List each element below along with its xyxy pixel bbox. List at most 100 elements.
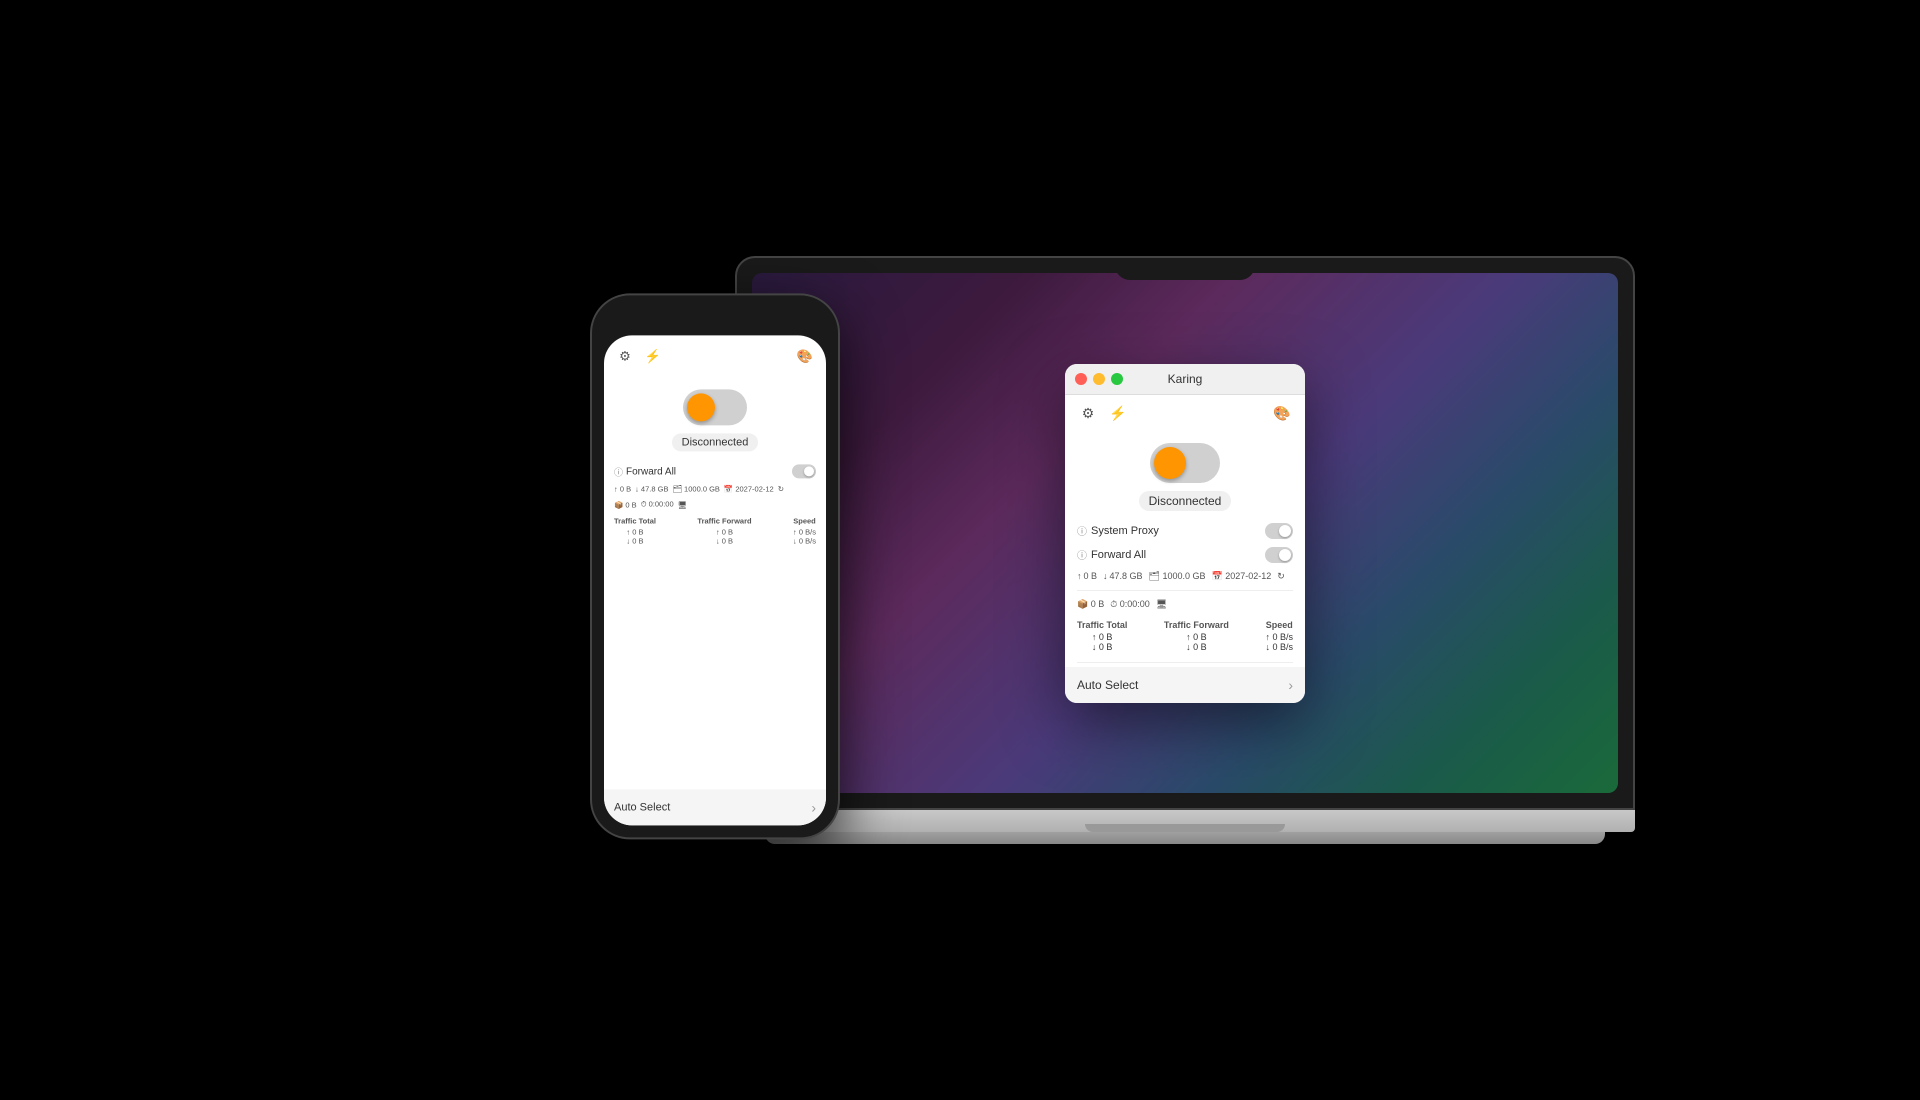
phone-traffic-forward-up: ↑ 0 B [716, 527, 733, 536]
upload-arrow-icon: ↑ [1077, 571, 1082, 581]
phone-traffic-total-up: ↑ 0 B [626, 527, 643, 536]
refresh-button[interactable]: ↻ [1277, 571, 1285, 582]
phone-auto-select-row[interactable]: Auto Select › [604, 789, 826, 825]
system-proxy-left: ⓘ System Proxy [1077, 523, 1159, 538]
phone-refresh-btn[interactable]: ↻ [778, 484, 784, 493]
auto-select-row[interactable]: Auto Select › [1065, 667, 1305, 703]
box-stat: 📦 0 B [1077, 599, 1104, 610]
phone-forward-info-icon: ⓘ [614, 465, 623, 478]
traffic-total-label: Traffic Total [1077, 620, 1127, 630]
phone-speed-up: ↑ 0 B/s [793, 527, 816, 536]
traffic-total-col: Traffic Total ↑ 0 B ↓ 0 B [1077, 620, 1127, 652]
close-button[interactable] [1075, 373, 1087, 385]
phone-toggle-section: Disconnected [614, 373, 816, 461]
minimize-button[interactable] [1093, 373, 1105, 385]
forward-all-left: ⓘ Forward All [1077, 547, 1146, 562]
download-arrow-icon: ↓ [1103, 571, 1108, 581]
laptop-foot [765, 832, 1605, 844]
forward-all-info-icon: ⓘ [1077, 547, 1087, 562]
system-proxy-label: System Proxy [1091, 525, 1159, 537]
phone-palette-button[interactable]: 🎨 [794, 345, 816, 367]
auto-select-label: Auto Select [1077, 678, 1138, 692]
speed-label: Speed [1266, 620, 1293, 630]
upload-stat: ↑ 0 B [1077, 571, 1097, 581]
phone-download-stat: ↓ 47.8 GB [635, 484, 668, 493]
laptop-base [735, 810, 1635, 832]
forward-all-knob [1279, 549, 1291, 561]
phone-chevron-right-icon: › [811, 799, 816, 815]
phone: ⚙ ⚡ 🎨 [590, 293, 840, 839]
phone-traffic-forward-label: Traffic Forward [697, 516, 751, 525]
storage-stat: 🗂 1000.0 GB [1149, 571, 1206, 582]
divider-1 [1077, 590, 1293, 591]
phone-settings-button[interactable]: ⚙ [614, 345, 636, 367]
phone-speed-col: Speed ↑ 0 B/s ↓ 0 B/s [793, 516, 816, 545]
phone-app: ⚙ ⚡ 🎨 [604, 335, 826, 825]
system-proxy-info-icon: ⓘ [1077, 523, 1087, 538]
palette-icon: 🎨 [1273, 405, 1290, 422]
phone-lightning-icon: ⚡ [645, 348, 661, 364]
laptop: Karing ⚙ ⚡ [735, 256, 1635, 844]
settings-button[interactable]: ⚙ [1077, 403, 1099, 425]
phone-forward-all-row: ⓘ Forward All [614, 461, 816, 481]
phone-upload-stat: ↑ 0 B [614, 484, 631, 493]
speed-col: Speed ↑ 0 B/s ↓ 0 B/s [1265, 620, 1293, 652]
phone-stats-bar-2: 📦 0 B ⏱ 0:00:00 🖥 [614, 496, 816, 512]
mac-titlebar: Karing [1065, 364, 1305, 395]
window-title: Karing [1168, 372, 1203, 386]
phone-connection-status: Disconnected [672, 433, 759, 451]
laptop-notch [1115, 258, 1255, 280]
phone-forward-all-left: ⓘ Forward All [614, 465, 676, 478]
traffic-forward-up: ↑ 0 B [1186, 632, 1207, 642]
phone-stats-bar: ↑ 0 B ↓ 47.8 GB 🗂 1000.0 GB 📅 2027-02-12… [614, 481, 816, 496]
phone-date-stat: 📅 2027-02-12 [724, 484, 774, 493]
mac-window: Karing ⚙ ⚡ [1065, 364, 1305, 703]
forward-all-toggle[interactable] [1265, 547, 1293, 563]
system-proxy-knob [1279, 525, 1291, 537]
laptop-screen-outer: Karing ⚙ ⚡ [735, 256, 1635, 810]
palette-button[interactable]: 🎨 [1271, 403, 1293, 425]
speed-up: ↑ 0 B/s [1265, 632, 1293, 642]
phone-speed-label: Speed [793, 516, 816, 525]
system-proxy-toggle[interactable] [1265, 523, 1293, 539]
phone-timer-stat: ⏱ 0:00:00 [641, 499, 674, 509]
phone-traffic-total-label: Traffic Total [614, 516, 656, 525]
phone-auto-select-label: Auto Select [614, 801, 670, 813]
phone-forward-knob [804, 466, 814, 476]
laptop-display: Karing ⚙ ⚡ [752, 273, 1618, 793]
phone-lightning-button[interactable]: ⚡ [642, 345, 664, 367]
gear-icon: ⚙ [1082, 405, 1095, 422]
stats-bar: ↑ 0 B ↓ 47.8 GB 🗂 1000.0 GB 📅 2027-02-12… [1077, 567, 1293, 586]
phone-box-stat: 📦 0 B [614, 500, 637, 509]
phone-traffic-forward-col: Traffic Forward ↑ 0 B ↓ 0 B [697, 516, 751, 545]
traffic-total-up: ↑ 0 B [1092, 632, 1113, 642]
phone-connection-toggle[interactable] [683, 389, 747, 425]
traffic-lights [1075, 373, 1123, 385]
phone-traffic-total-col: Traffic Total ↑ 0 B ↓ 0 B [614, 516, 656, 545]
chevron-right-icon: › [1288, 677, 1293, 693]
system-proxy-row: ⓘ System Proxy [1077, 519, 1293, 543]
phone-toggle-knob [687, 393, 715, 421]
phone-notch-bar [604, 307, 826, 335]
toolbar: ⚙ ⚡ 🎨 [1077, 403, 1293, 425]
speed-down: ↓ 0 B/s [1265, 642, 1293, 652]
connection-toggle-section: Disconnected [1077, 433, 1293, 519]
phone-traffic-stats: Traffic Total ↑ 0 B ↓ 0 B Traffic Forwar… [614, 512, 816, 549]
traffic-total-down: ↓ 0 B [1092, 642, 1113, 652]
phone-screen-stat: 🖥 [678, 500, 688, 509]
toggle-knob [1154, 447, 1186, 479]
stats-bar-2: 📦 0 B ⏱ 0:00:00 🖥 [1077, 595, 1293, 614]
phone-toolbar-left: ⚙ ⚡ [614, 345, 664, 367]
divider-2 [1077, 662, 1293, 663]
timer-stat: ⏱ 0:00:00 [1110, 599, 1150, 610]
traffic-stats-row: Traffic Total ↑ 0 B ↓ 0 B Traffic Forwar… [1077, 614, 1293, 658]
traffic-forward-col: Traffic Forward ↑ 0 B ↓ 0 B [1164, 620, 1229, 652]
forward-all-row: ⓘ Forward All [1077, 543, 1293, 567]
connection-toggle[interactable] [1150, 443, 1220, 483]
phone-forward-all-toggle[interactable] [792, 464, 816, 478]
phone-spacer [614, 549, 816, 789]
phone-notch [675, 307, 755, 329]
phone-palette-icon: 🎨 [797, 348, 813, 364]
lightning-button[interactable]: ⚡ [1107, 403, 1129, 425]
maximize-button[interactable] [1111, 373, 1123, 385]
